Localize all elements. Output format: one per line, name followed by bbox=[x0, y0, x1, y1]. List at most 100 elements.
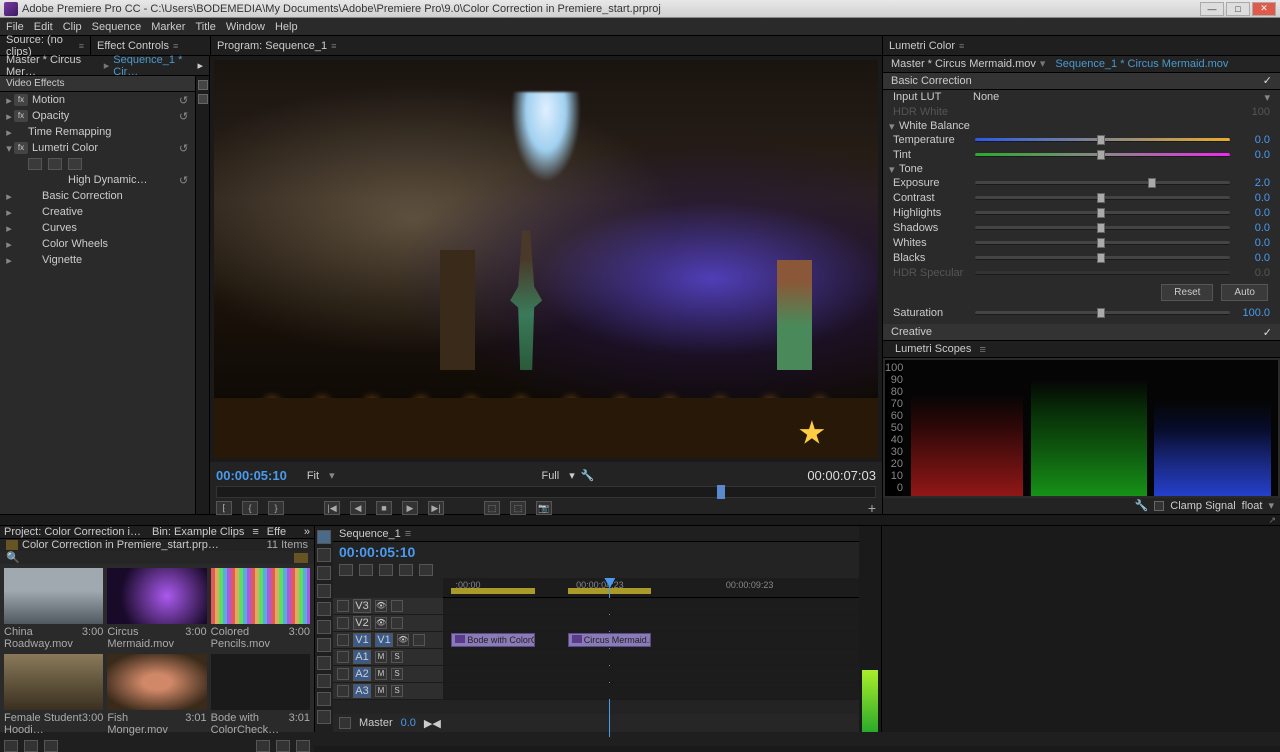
solo-button[interactable]: S bbox=[391, 668, 403, 680]
twisty-icon[interactable]: ▸ bbox=[4, 110, 14, 123]
lumetri-section[interactable]: Creative bbox=[14, 206, 83, 218]
twisty-icon[interactable]: ▸ bbox=[4, 190, 14, 203]
contrast-slider[interactable] bbox=[975, 196, 1230, 200]
effect-time-remapping[interactable]: Time Remapping bbox=[28, 126, 111, 138]
tint-slider[interactable] bbox=[975, 153, 1230, 157]
project-clip[interactable]: Female Student Hoodi…3:00 bbox=[4, 654, 103, 736]
search-icon[interactable]: 🔍 bbox=[6, 551, 18, 564]
reset-icon[interactable]: ↺ bbox=[179, 174, 191, 186]
rolling-edit-tool[interactable] bbox=[317, 584, 331, 598]
master-level[interactable]: 0.0 bbox=[401, 717, 416, 729]
slip-tool[interactable] bbox=[317, 638, 331, 652]
slider-thumb[interactable] bbox=[1148, 178, 1156, 188]
mute-button[interactable]: M bbox=[375, 685, 387, 697]
twisty-icon[interactable]: ▸ bbox=[4, 238, 14, 251]
linked-selection-icon[interactable] bbox=[359, 564, 373, 576]
menu-title[interactable]: Title bbox=[195, 21, 215, 33]
section-toggle-check[interactable]: ✓ bbox=[1263, 74, 1272, 87]
blacks-value[interactable]: 0.0 bbox=[1236, 252, 1270, 264]
pen-tool[interactable] bbox=[317, 674, 331, 688]
toggle-output-icon[interactable]: 👁 bbox=[375, 600, 387, 612]
slider-thumb[interactable] bbox=[1097, 238, 1105, 248]
mark-out-button[interactable]: } bbox=[268, 501, 284, 515]
effect-controls-tab[interactable]: Effect Controls ≡ bbox=[90, 36, 210, 55]
sync-lock-icon[interactable] bbox=[413, 634, 425, 646]
track-lane[interactable] bbox=[443, 683, 859, 699]
zoom-tool[interactable] bbox=[317, 710, 331, 724]
timeline-timecode[interactable]: 00:00:05:10 bbox=[339, 544, 415, 560]
track-lane[interactable] bbox=[443, 649, 859, 665]
selection-tool[interactable] bbox=[317, 530, 331, 544]
shadows-value[interactable]: 0.0 bbox=[1236, 222, 1270, 234]
mark-in-button[interactable]: ⁅ bbox=[216, 501, 232, 515]
source-panel-tab[interactable]: Source: (no clips) ≡ bbox=[0, 36, 90, 55]
slide-tool[interactable] bbox=[317, 656, 331, 670]
marker-icon[interactable] bbox=[379, 564, 393, 576]
track-target[interactable]: A2 bbox=[353, 667, 371, 681]
program-scrubber[interactable] bbox=[216, 486, 876, 498]
exposure-slider[interactable] bbox=[975, 181, 1230, 185]
temperature-slider[interactable] bbox=[975, 138, 1230, 142]
panel-menu-icon[interactable]: ≡ bbox=[173, 41, 178, 51]
new-item-button[interactable] bbox=[276, 740, 290, 752]
slider-thumb[interactable] bbox=[1097, 308, 1105, 318]
track-target[interactable]: V1 bbox=[353, 633, 371, 647]
work-area-bar[interactable] bbox=[451, 588, 534, 594]
settings-icon[interactable]: 🔧 bbox=[581, 469, 595, 482]
reset-icon[interactable]: ↺ bbox=[179, 110, 191, 122]
lock-icon[interactable] bbox=[339, 717, 351, 729]
track-lane[interactable] bbox=[443, 615, 859, 631]
snap-icon[interactable] bbox=[339, 564, 353, 576]
slider-thumb[interactable] bbox=[1097, 223, 1105, 233]
lumetri-sequence-clip[interactable]: Sequence_1 * Circus Mermaid.mov bbox=[1055, 58, 1228, 70]
program-tab[interactable]: Program: Sequence_1 bbox=[217, 40, 327, 52]
fx-badge[interactable]: fx bbox=[14, 142, 28, 154]
track-target[interactable]: A1 bbox=[353, 650, 371, 664]
timeline-clip[interactable]: Circus Mermaid.m bbox=[568, 633, 651, 647]
saturation-value[interactable]: 100.0 bbox=[1236, 307, 1270, 319]
creative-header[interactable]: Creative bbox=[891, 326, 932, 338]
auto-button[interactable]: Auto bbox=[1221, 284, 1268, 301]
solo-button[interactable]: S bbox=[391, 651, 403, 663]
track-lane[interactable]: Bode with ColorC Circus Mermaid.m bbox=[443, 632, 859, 648]
project-clip[interactable]: Circus Mermaid.mov3:00 bbox=[107, 568, 206, 650]
section-toggle-check[interactable]: ✓ bbox=[1263, 326, 1272, 339]
twisty-icon[interactable]: ▾ bbox=[889, 163, 899, 176]
program-view[interactable] bbox=[214, 60, 878, 458]
track-lane[interactable] bbox=[443, 598, 859, 614]
zoom-fit-select[interactable]: Fit▾ bbox=[307, 469, 335, 482]
list-view-button[interactable] bbox=[4, 740, 18, 752]
sequence-tab[interactable]: Sequence_1 bbox=[339, 528, 401, 540]
mask-pen-icon[interactable] bbox=[68, 158, 82, 170]
fx-badge[interactable]: fx bbox=[14, 110, 28, 122]
whites-value[interactable]: 0.0 bbox=[1236, 237, 1270, 249]
fx-badge[interactable]: fx bbox=[14, 94, 28, 106]
maximize-button[interactable]: □ bbox=[1226, 2, 1250, 16]
tint-value[interactable]: 0.0 bbox=[1236, 149, 1270, 161]
folder-icon[interactable] bbox=[294, 553, 308, 563]
slider-thumb[interactable] bbox=[1097, 208, 1105, 218]
bin-tab[interactable]: Bin: Example Clips bbox=[152, 526, 244, 538]
project-tab[interactable]: Project: Color Correction in Premiere_st… bbox=[4, 526, 144, 538]
lumetri-master-clip[interactable]: Master * Circus Mermaid.mov bbox=[891, 58, 1036, 70]
lumetri-section[interactable]: Vignette bbox=[14, 254, 82, 266]
twisty-icon[interactable]: ▾ bbox=[4, 142, 14, 155]
wrench-icon[interactable] bbox=[419, 564, 433, 576]
project-breadcrumb[interactable]: Color Correction in Premiere_start.prpro… bbox=[22, 539, 222, 551]
slider-thumb[interactable] bbox=[1097, 253, 1105, 263]
menu-edit[interactable]: Edit bbox=[34, 21, 53, 33]
sync-lock-icon[interactable] bbox=[391, 617, 403, 629]
freeform-view-button[interactable] bbox=[44, 740, 58, 752]
menu-marker[interactable]: Marker bbox=[151, 21, 185, 33]
blacks-slider[interactable] bbox=[975, 256, 1230, 260]
twisty-icon[interactable]: ▾ bbox=[889, 120, 899, 133]
play-only-icon[interactable]: ▶◀ bbox=[424, 717, 441, 730]
settings-icon[interactable] bbox=[399, 564, 413, 576]
highlights-slider[interactable] bbox=[975, 211, 1230, 215]
wrench-icon[interactable]: 🔧 bbox=[1135, 499, 1149, 512]
reset-icon[interactable]: ↺ bbox=[179, 142, 191, 154]
ripple-edit-tool[interactable] bbox=[317, 566, 331, 580]
solo-button[interactable]: S bbox=[391, 685, 403, 697]
expand-icon[interactable]: ↗ bbox=[1268, 515, 1276, 526]
timeline-ruler[interactable]: :00:0000:00:04:2300:00:09:23 bbox=[443, 578, 859, 598]
